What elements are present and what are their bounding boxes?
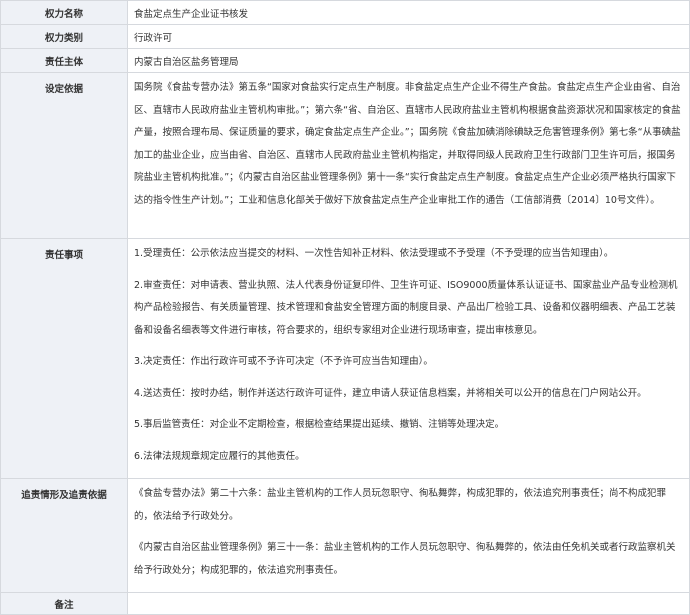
accountability-item: 《内蒙古自治区盐业管理条例》第三十一条：盐业主管机构的工作人员玩忽职守、徇私舞弊… [134, 542, 676, 576]
remarks-value [127, 592, 690, 615]
accountability-item: 《食盐专营办法》第二十六条：盐业主管机构的工作人员玩忽职守、徇私舞弊，构成犯罪的… [134, 488, 667, 522]
responsibilities-label: 责任事项 [0, 238, 128, 479]
row-legal-basis: 设定依据 国务院《食盐专营办法》第五条“国家对食盐实行定点生产制度。非食盐定点生… [0, 72, 690, 239]
row-responsibilities: 责任事项 1.受理责任：公示依法应当提交的材料、一次性告知补正材料、依法受理或不… [0, 238, 690, 479]
remarks-label: 备注 [0, 592, 128, 615]
row-accountability: 追责情形及追责依据 《食盐专营办法》第二十六条：盐业主管机构的工作人员玩忽职守、… [0, 478, 690, 593]
responsibility-item: 2.审查责任：对申请表、营业执照、法人代表身份证复印件、卫生许可证、ISO900… [134, 279, 678, 336]
responsibilities-list: 1.受理责任：公示依法应当提交的材料、一次性告知补正材料、依法受理或不予受理（不… [127, 238, 690, 479]
power-name-value: 食盐定点生产企业证书核发 [127, 0, 690, 25]
responsible-body-label: 责任主体 [0, 48, 128, 73]
legal-basis-text: 国务院《食盐专营办法》第五条“国家对食盐实行定点生产制度。非食盐定点生产企业不得… [127, 72, 690, 239]
accountability-list: 《食盐专营办法》第二十六条：盐业主管机构的工作人员玩忽职守、徇私舞弊，构成犯罪的… [127, 478, 690, 593]
responsibility-item: 5.事后监管责任：对企业不定期检查，根据检查结果提出延续、撤销、注销等处理决定。 [134, 419, 505, 430]
row-remarks: 备注 [0, 592, 690, 615]
responsibility-item: 3.决定责任：作出行政许可或不予许可决定（不予许可应当告知理由）。 [134, 356, 433, 367]
row-responsible-body: 责任主体 内蒙古自治区盐务管理局 [0, 48, 690, 73]
power-category-label: 权力类别 [0, 24, 128, 49]
accountability-label: 追责情形及追责依据 [0, 478, 128, 593]
responsibility-item: 6.法律法规规章规定应履行的其他责任。 [134, 450, 305, 462]
legal-basis-label: 设定依据 [0, 72, 128, 239]
power-info-table: 权力名称 食盐定点生产企业证书核发 权力类别 行政许可 责任主体 内蒙古自治区盐… [0, 0, 690, 615]
responsibility-item: 4.送达责任：按时办结，制作并送达行政许可证件，建立申请人获证信息档案，并将相关… [134, 387, 647, 399]
row-power-category: 权力类别 行政许可 [0, 24, 690, 49]
power-name-label: 权力名称 [0, 0, 128, 25]
responsibility-item: 1.受理责任：公示依法应当提交的材料、一次性告知补正材料、依法受理或不予受理（不… [134, 248, 614, 259]
responsible-body-value: 内蒙古自治区盐务管理局 [127, 48, 690, 73]
row-power-name: 权力名称 食盐定点生产企业证书核发 [0, 0, 690, 25]
power-category-value: 行政许可 [127, 24, 690, 49]
